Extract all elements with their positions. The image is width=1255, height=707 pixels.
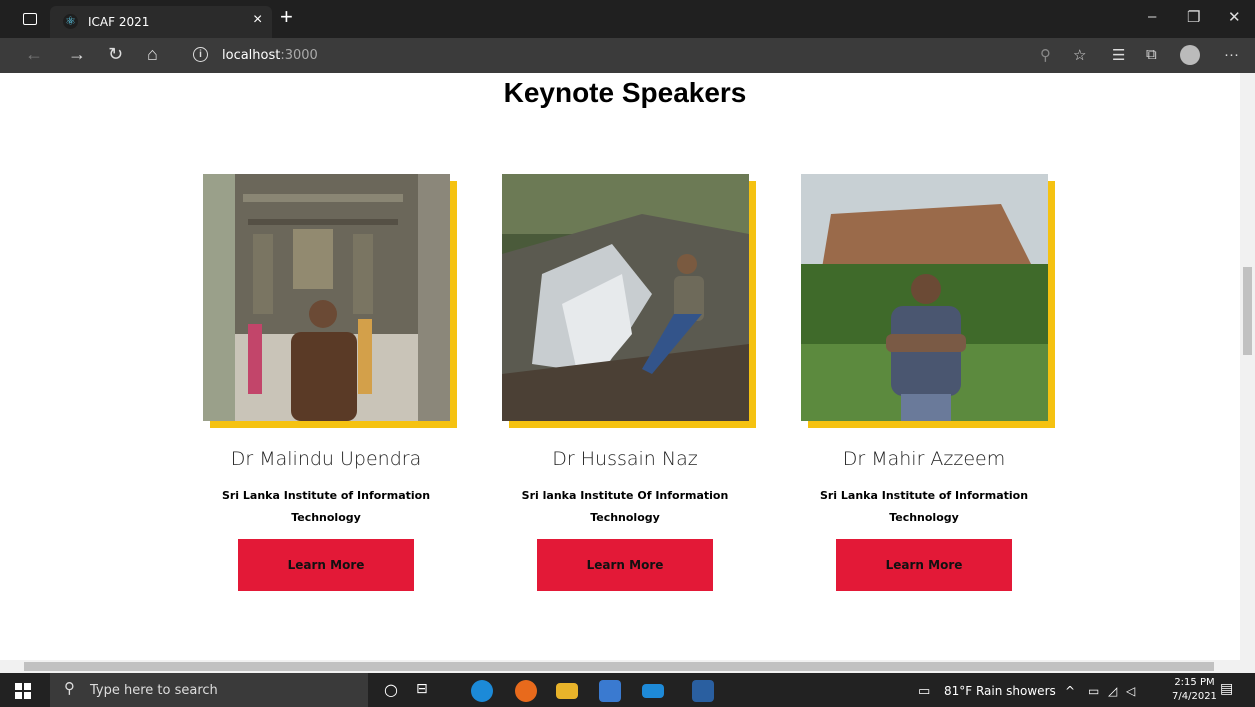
profile-avatar[interactable] bbox=[1180, 45, 1200, 65]
task-view-icon[interactable]: ⊟ bbox=[416, 681, 428, 697]
page-content: Keynote Speakers Dr Malindu Upendra Sri … bbox=[0, 73, 1240, 660]
network-icon[interactable]: ◿ bbox=[1108, 684, 1117, 698]
weather-widget[interactable]: 81°F Rain showers bbox=[944, 684, 1056, 698]
speaker-name: Dr Hussain Naz bbox=[552, 448, 698, 470]
affiliation-line: Technology bbox=[590, 511, 660, 524]
settings-menu-icon[interactable]: ··· bbox=[1224, 46, 1239, 63]
horizontal-scroll-thumb[interactable] bbox=[24, 662, 1214, 671]
search-placeholder: Type here to search bbox=[90, 683, 218, 698]
speaker-name: Dr Mahir Azzeem bbox=[842, 448, 1006, 470]
home-button[interactable]: ⌂ bbox=[147, 44, 158, 65]
zoom-icon[interactable]: ⚲ bbox=[1040, 46, 1051, 64]
browser-toolbar: ← → ↻ ⌂ i localhost:3000 ⚲ ☆ ☰ ⧉ ··· bbox=[0, 38, 1255, 73]
speaker-photo-frame bbox=[203, 174, 457, 428]
address-bar[interactable]: localhost:3000 bbox=[222, 48, 318, 63]
browser-tab[interactable]: ⚛ ICAF 2021 × bbox=[50, 6, 272, 38]
speaker-affiliation: Sri lanka Institute Of Information Techn… bbox=[472, 485, 778, 529]
mail-icon[interactable] bbox=[642, 684, 664, 698]
vertical-scrollbar[interactable] bbox=[1240, 73, 1255, 660]
taskbar-search-box[interactable]: ⚲ Type here to search bbox=[50, 673, 368, 707]
favorites-icon[interactable]: ☰ bbox=[1112, 46, 1125, 64]
affiliation-line: Sri Lanka Institute of Information bbox=[221, 489, 431, 502]
learn-more-button[interactable]: Learn More bbox=[537, 539, 713, 591]
collections-icon[interactable]: ⧉ bbox=[1146, 46, 1157, 63]
volume-icon[interactable]: ◁ bbox=[1126, 684, 1135, 698]
learn-more-button[interactable]: Learn More bbox=[836, 539, 1012, 591]
taskbar-clock[interactable]: 2:15 PM 7/4/2021 bbox=[1172, 676, 1217, 704]
page-title: Keynote Speakers bbox=[503, 77, 747, 108]
site-info-icon[interactable]: i bbox=[193, 47, 208, 62]
speaker-affiliation: Sri Lanka Institute of Information Techn… bbox=[173, 485, 479, 529]
notifications-icon[interactable]: ▤ bbox=[1220, 681, 1233, 697]
vertical-scroll-thumb[interactable] bbox=[1243, 267, 1252, 355]
windows-taskbar: ⚲ Type here to search ○ ⊟ ▭ 81°F Rain sh… bbox=[0, 673, 1255, 707]
tab-actions-icon[interactable] bbox=[23, 13, 37, 25]
battery-icon[interactable]: ▭ bbox=[1088, 684, 1099, 698]
speaker-name: Dr Malindu Upendra bbox=[230, 448, 422, 470]
new-tab-button[interactable]: + bbox=[280, 4, 293, 30]
file-explorer-icon[interactable] bbox=[556, 683, 578, 699]
show-hidden-icons[interactable]: ^ bbox=[1065, 684, 1075, 698]
back-button[interactable]: ← bbox=[25, 44, 43, 65]
speaker-photo bbox=[502, 174, 749, 421]
cortana-icon[interactable]: ○ bbox=[384, 680, 398, 699]
horizontal-scrollbar[interactable] bbox=[0, 660, 1255, 673]
webstorm-icon[interactable] bbox=[692, 680, 714, 702]
browser-title-bar: ⚛ ICAF 2021 × + – ❐ ✕ bbox=[0, 0, 1255, 38]
react-icon: ⚛ bbox=[63, 14, 78, 29]
store-icon[interactable] bbox=[599, 680, 621, 702]
edge-browser-icon[interactable] bbox=[471, 680, 493, 702]
speaker-photo bbox=[203, 174, 450, 421]
search-icon: ⚲ bbox=[64, 680, 75, 697]
clock-date: 7/4/2021 bbox=[1172, 691, 1217, 702]
learn-more-button[interactable]: Learn More bbox=[238, 539, 414, 591]
affiliation-line: Technology bbox=[889, 511, 959, 524]
favorite-add-icon[interactable]: ☆ bbox=[1073, 46, 1086, 64]
close-window-button[interactable]: ✕ bbox=[1228, 8, 1241, 26]
affiliation-line: Technology bbox=[291, 511, 361, 524]
affiliation-line: Sri lanka Institute Of Information bbox=[521, 489, 729, 502]
weather-icon: ▭ bbox=[918, 684, 931, 699]
clock-time: 2:15 PM bbox=[1174, 677, 1215, 688]
speaker-photo-frame bbox=[502, 174, 756, 428]
speaker-photo-frame bbox=[801, 174, 1055, 428]
tab-title: ICAF 2021 bbox=[88, 15, 150, 29]
firefox-icon[interactable] bbox=[515, 680, 537, 702]
speaker-photo bbox=[801, 174, 1048, 421]
windows-start-icon[interactable] bbox=[15, 683, 31, 699]
close-tab-icon[interactable]: × bbox=[253, 11, 262, 29]
affiliation-line: Sri Lanka Institute of Information bbox=[819, 489, 1029, 502]
forward-button[interactable]: → bbox=[68, 44, 86, 65]
restore-button[interactable]: ❐ bbox=[1187, 8, 1200, 26]
speaker-affiliation: Sri Lanka Institute of Information Techn… bbox=[771, 485, 1077, 529]
minimize-button[interactable]: – bbox=[1148, 8, 1156, 25]
refresh-button[interactable]: ↻ bbox=[108, 44, 123, 65]
